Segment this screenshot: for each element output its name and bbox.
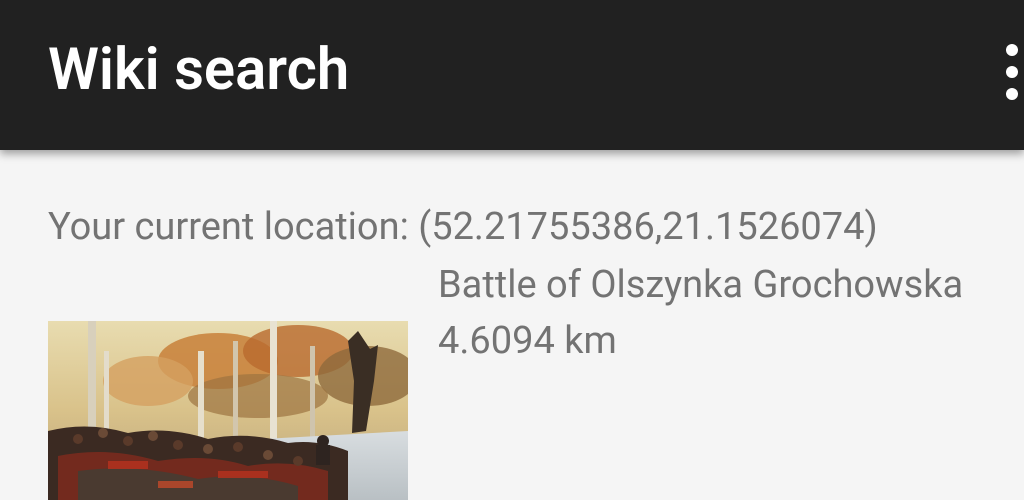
battle-painting-image	[48, 321, 408, 500]
menu-dot	[1006, 88, 1018, 100]
result-thumbnail[interactable]	[48, 321, 408, 500]
result-title[interactable]: Battle of Olszynka Grochowska	[438, 262, 963, 308]
current-location-text: Your current location: (52.21755386,21.1…	[48, 205, 878, 249]
more-vert-icon[interactable]	[996, 44, 1024, 100]
main-content: Your current location: (52.21755386,21.1…	[0, 150, 1024, 500]
result-distance: 4.6094 km	[438, 319, 617, 363]
menu-dot	[1006, 44, 1018, 56]
app-title: Wiki search	[48, 36, 350, 104]
menu-dot	[1006, 66, 1018, 78]
app-bar: Wiki search	[0, 0, 1024, 150]
